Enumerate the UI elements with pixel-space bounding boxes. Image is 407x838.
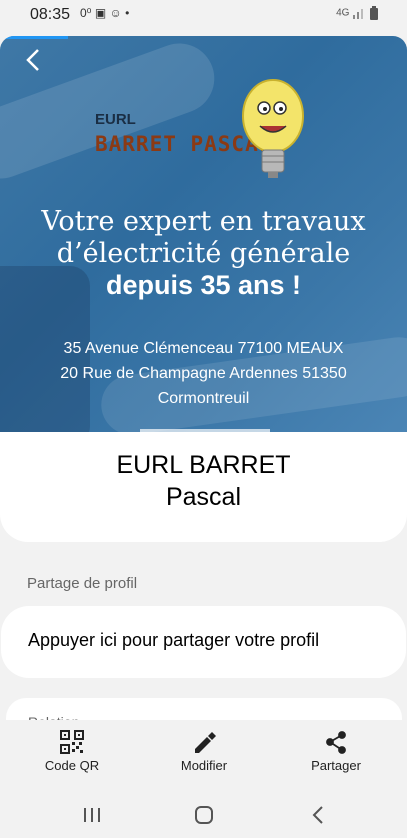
pencil-icon bbox=[195, 732, 216, 753]
address-line-1: 35 Avenue Clémenceau 77100 MEAUX bbox=[63, 340, 344, 357]
logo-prefix: EURL bbox=[95, 111, 136, 128]
tab-modify[interactable]: Modifier bbox=[144, 720, 264, 792]
company-name: EURL BARRET Pascal bbox=[116, 451, 291, 511]
system-navigation-bar bbox=[0, 792, 407, 838]
tab-qr-code-label: Code QR bbox=[44, 758, 100, 773]
recent-apps-icon[interactable] bbox=[72, 800, 112, 830]
loading-progress bbox=[0, 36, 68, 39]
share-profile-label: Appuyer ici pour partager votre profil bbox=[28, 630, 320, 650]
tab-share-label: Partager bbox=[311, 758, 361, 773]
lightbulb-mascot-icon bbox=[242, 79, 304, 178]
share-section-title: Partage de profil bbox=[27, 575, 138, 592]
home-icon[interactable] bbox=[184, 800, 224, 830]
status-right-icons: 4G bbox=[336, 6, 379, 20]
notification-icons: 0⁰ ▣ ☺ • bbox=[80, 6, 130, 20]
battery-icon bbox=[370, 6, 378, 20]
tab-qr-code[interactable]: Code QR bbox=[12, 720, 132, 792]
address-line-3: Cormontreuil bbox=[157, 390, 250, 407]
tagline: Votre expert en travaux d’électricité gé… bbox=[0, 206, 407, 270]
status-time: 08:35 bbox=[30, 6, 71, 23]
qr-code-icon bbox=[60, 730, 84, 754]
network-type: 4G bbox=[336, 7, 350, 19]
status-bar: 08:35 0⁰ ▣ ☺ • 4G bbox=[0, 0, 407, 30]
back-arrow-icon[interactable] bbox=[22, 46, 50, 74]
profile-name-card: EURL BARRET Pascal bbox=[0, 432, 407, 542]
hero-banner: EURL BARRET PASCAL Votre expert en trava… bbox=[0, 36, 407, 446]
tagline-line-1: Votre expert en travaux bbox=[41, 206, 366, 237]
tagline-highlight: depuis 35 ans ! bbox=[105, 270, 302, 300]
share-icon bbox=[326, 731, 346, 754]
signal-icon bbox=[353, 9, 364, 19]
tab-modify-label: Modifier bbox=[180, 758, 228, 773]
tagline-line-2: d’électricité générale bbox=[56, 238, 351, 269]
bottom-action-bar: Code QR Modifier Partager bbox=[0, 720, 407, 792]
share-profile-button[interactable]: Appuyer ici pour partager votre profil bbox=[1, 606, 406, 678]
tab-share[interactable]: Partager bbox=[276, 720, 396, 792]
system-back-icon[interactable] bbox=[298, 800, 338, 830]
address-line-2: 20 Rue de Champagne Ardennes 51350 bbox=[60, 365, 347, 382]
